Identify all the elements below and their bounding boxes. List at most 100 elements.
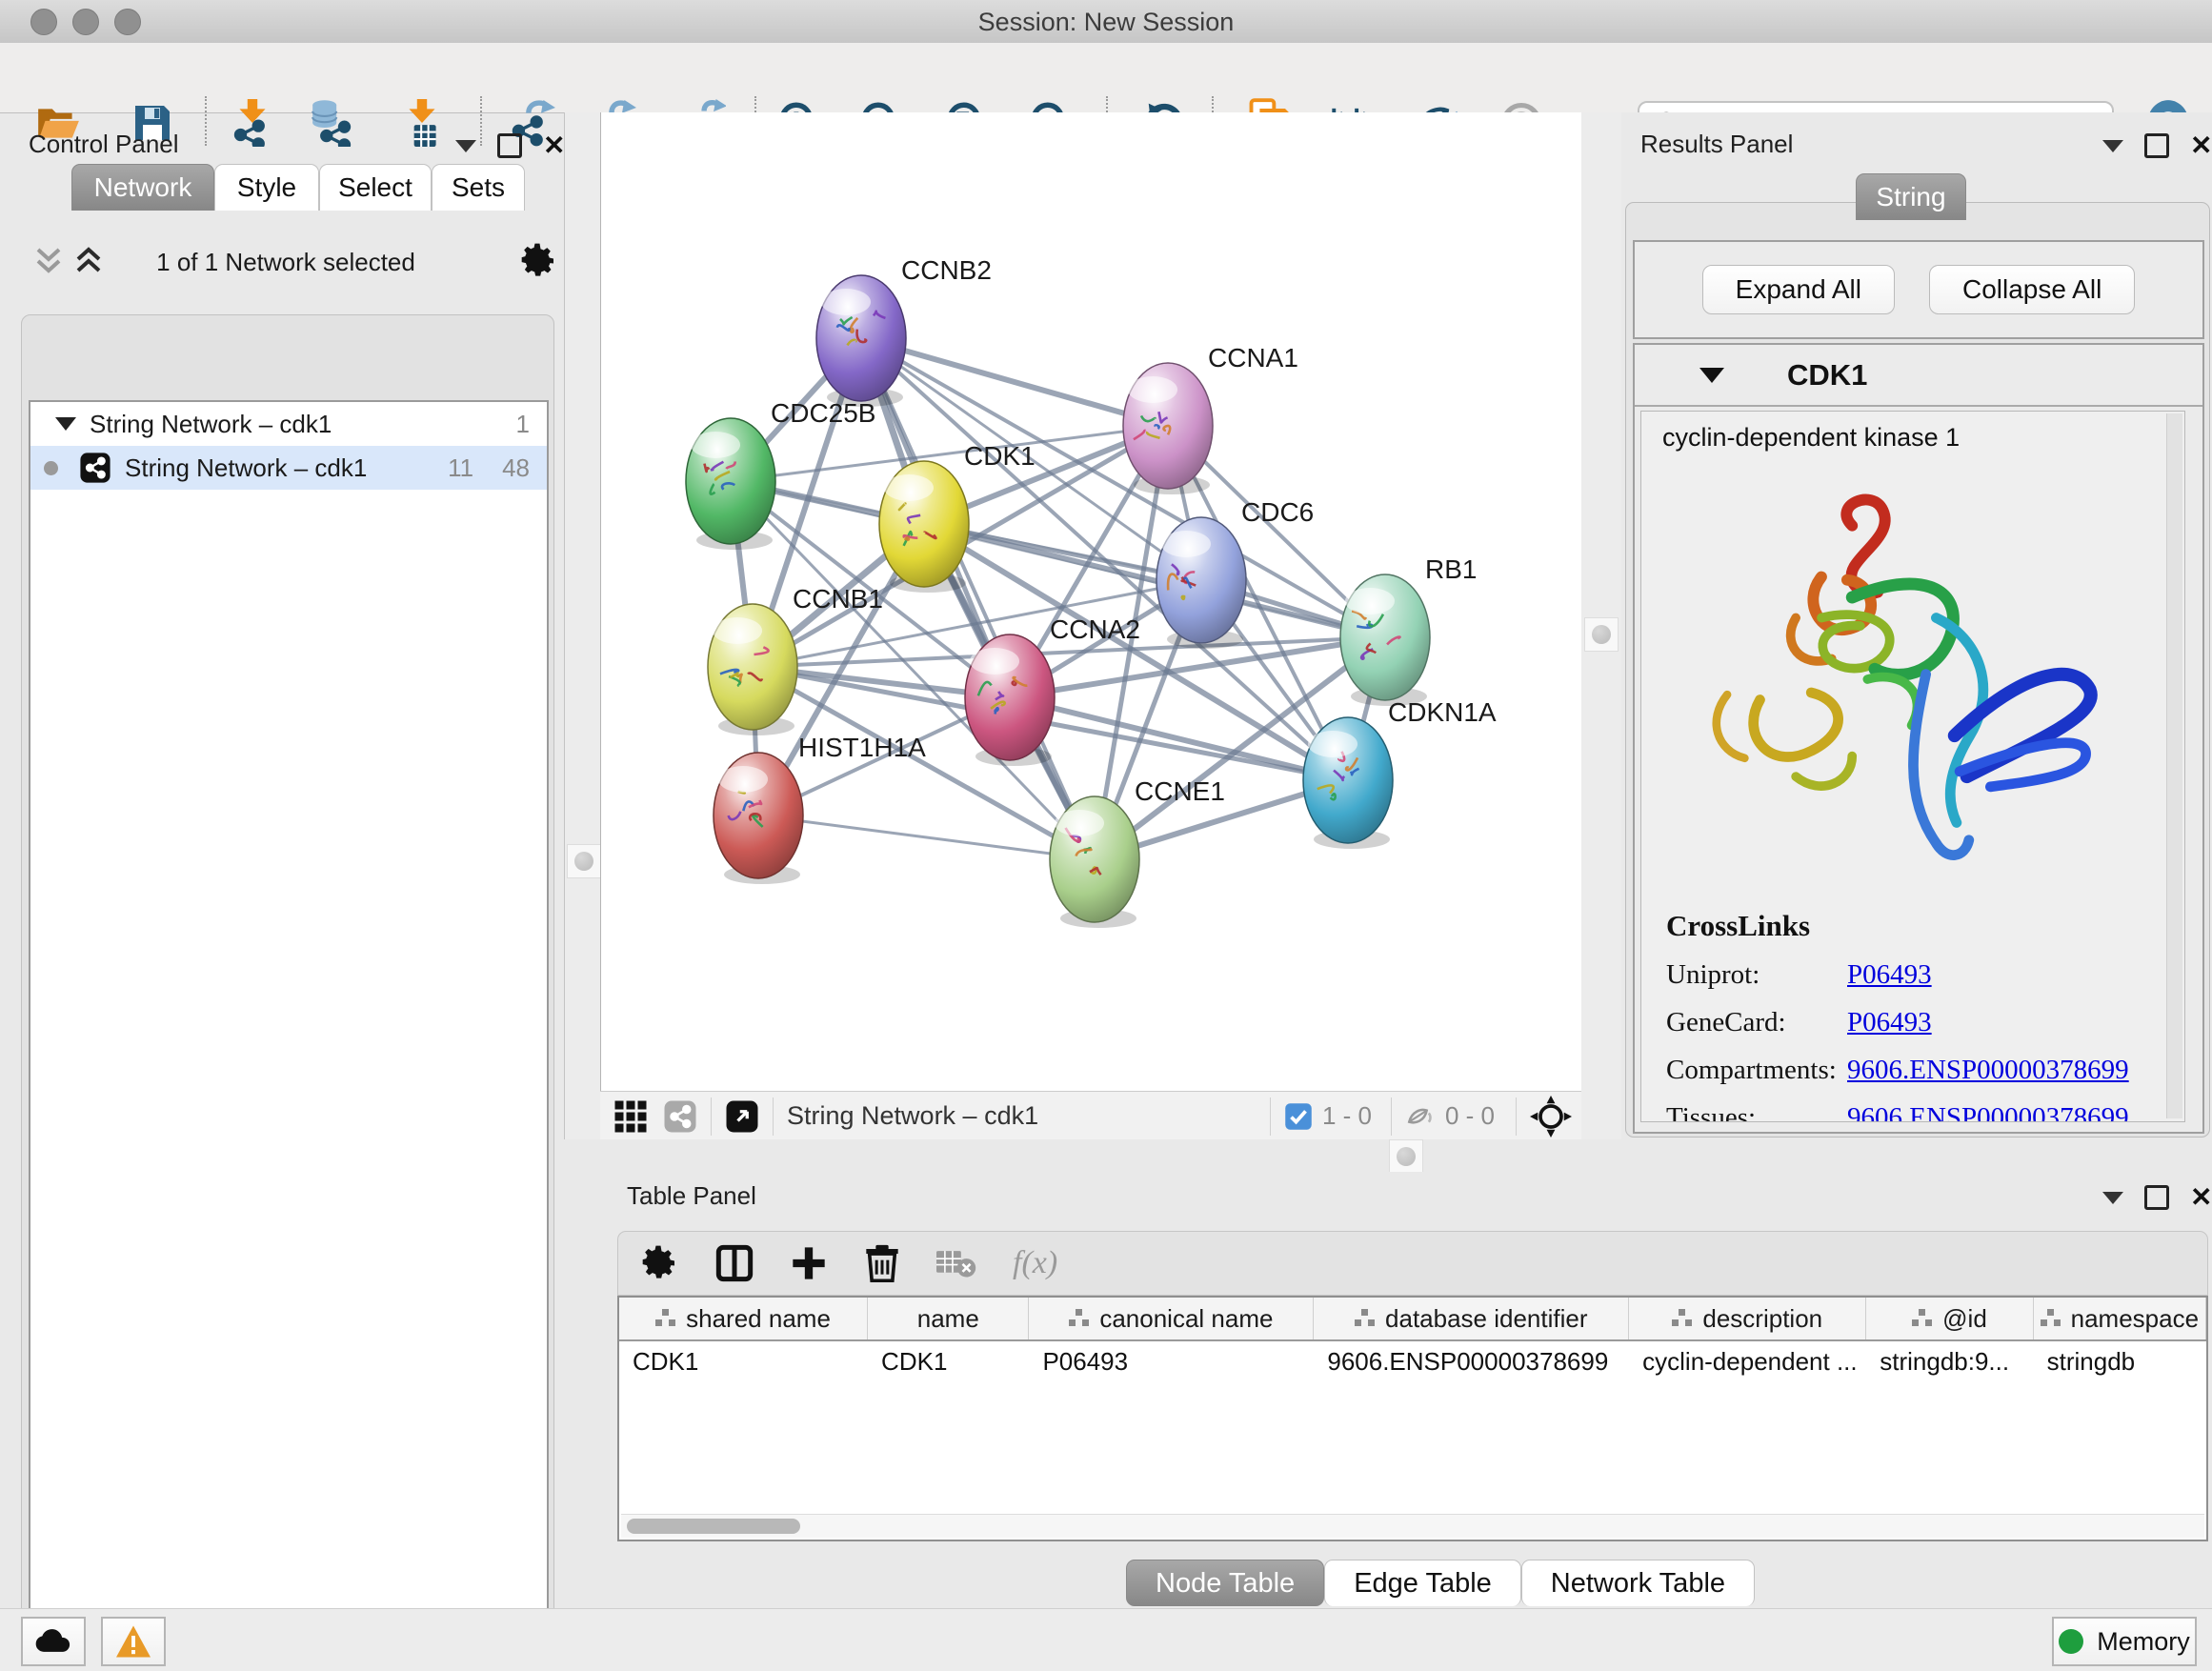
birdseye-toggle-icon[interactable]	[725, 1099, 759, 1134]
memory-status-dot	[2059, 1629, 2083, 1654]
hidden-items-icon	[1405, 1100, 1438, 1133]
cloud-icon	[34, 1627, 72, 1656]
column-header-label: description	[1702, 1304, 1822, 1334]
collapse-all-button[interactable]: Collapse All	[1929, 265, 2135, 314]
close-panel-icon[interactable]: ✕	[2190, 1188, 2212, 1207]
left-splitter-handle[interactable]	[567, 844, 601, 878]
crosslink-link[interactable]: 9606.ENSP00000378699	[1847, 1055, 2129, 1086]
cloud-status-button[interactable]	[21, 1617, 86, 1666]
table-cell[interactable]: CDK1	[619, 1347, 868, 1377]
node-label-CCNB2: CCNB2	[901, 255, 992, 285]
results-panel-controls: ✕	[2102, 133, 2212, 158]
entry-gene-name: CDK1	[1787, 358, 1867, 393]
window-titlebar: Session: New Session	[0, 0, 2212, 44]
column-header-shared-name[interactable]: shared name	[619, 1298, 868, 1339]
tab-style[interactable]: Style	[214, 164, 319, 211]
tab-sets[interactable]: Sets	[432, 164, 525, 211]
fit-selected-crosshair-icon[interactable]	[1530, 1096, 1572, 1137]
tab-network[interactable]: Network	[71, 164, 214, 211]
network-list-icon[interactable]	[663, 1099, 697, 1134]
network-tree: String Network – cdk1 1 String Network –…	[29, 400, 549, 1671]
results-entry-card: CDK1 cyclin-dependent kinase 1	[1633, 343, 2204, 1134]
column-header-namespace[interactable]: namespace	[2034, 1298, 2206, 1339]
main-toolbar: ?	[0, 43, 2212, 113]
table-row[interactable]: CDK1CDK1P064939606.ENSP00000378699cyclin…	[619, 1341, 2206, 1381]
crosslink-row: GeneCard:P06493	[1666, 1007, 2184, 1038]
create-column-icon[interactable]	[790, 1244, 828, 1282]
grid-view-icon[interactable]	[613, 1099, 648, 1134]
network-collection-row[interactable]: String Network – cdk1 1	[30, 402, 547, 446]
crosslink-label: GeneCard:	[1666, 1007, 1847, 1038]
navbar-separator	[1391, 1097, 1392, 1136]
node-label-CDKN1A: CDKN1A	[1388, 697, 1497, 727]
float-panel-icon[interactable]	[2144, 1185, 2169, 1210]
float-panel-icon[interactable]	[2144, 133, 2169, 158]
table-cell[interactable]: 9606.ENSP00000378699	[1314, 1347, 1629, 1377]
table-cell[interactable]: stringdb:9...	[1866, 1347, 2033, 1377]
close-panel-icon[interactable]: ✕	[543, 136, 565, 155]
delete-column-icon[interactable]	[864, 1244, 900, 1282]
tab-select[interactable]: Select	[319, 164, 432, 211]
scrollbar-thumb[interactable]	[627, 1519, 800, 1534]
column-header-canonical-name[interactable]: canonical name	[1029, 1298, 1314, 1339]
node-table-header: shared name namecanonical namedatabase id…	[619, 1298, 2206, 1341]
column-header-label: namespace	[2071, 1304, 2199, 1334]
network-edge-CCNB2-CCNE1[interactable]	[861, 338, 1095, 859]
bottom-splitter[interactable]	[564, 1139, 2212, 1172]
float-panel-icon[interactable]	[497, 133, 522, 158]
crosslink-row: Tissues:9606.ENSP00000378699	[1666, 1102, 2184, 1122]
network-share-icon	[79, 452, 111, 484]
column-header-database-identifier[interactable]: database identifier	[1314, 1298, 1629, 1339]
navbar-separator	[773, 1097, 774, 1136]
close-panel-icon[interactable]: ✕	[2190, 136, 2212, 155]
tab-edge-table[interactable]: Edge Table	[1324, 1560, 1521, 1606]
memory-button[interactable]: Memory	[2052, 1617, 2197, 1666]
node-label-CDC6: CDC6	[1241, 497, 1314, 527]
table-options-gear-icon[interactable]	[641, 1244, 679, 1282]
results-entry-header[interactable]: CDK1	[1635, 345, 2202, 407]
column-header-name[interactable]: name	[868, 1298, 1029, 1339]
tab-string-results[interactable]: String	[1856, 173, 1966, 220]
warning-status-button[interactable]	[101, 1617, 166, 1666]
window-title: Session: New Session	[0, 8, 2212, 37]
results-scrollbar[interactable]	[2166, 413, 2182, 1118]
control-panel-title: Control Panel	[29, 130, 179, 159]
right-splitter-handle[interactable]	[1584, 617, 1619, 652]
collapse-all-icon[interactable]	[34, 246, 63, 276]
crosslink-link[interactable]: P06493	[1847, 959, 1932, 991]
current-network-name: String Network – cdk1	[787, 1101, 1038, 1131]
tab-network-table[interactable]: Network Table	[1521, 1560, 1755, 1606]
show-columns-icon[interactable]	[715, 1244, 754, 1282]
selected-checkbox-icon[interactable]	[1284, 1102, 1313, 1131]
expand-all-icon[interactable]	[74, 246, 103, 276]
network-row-selected[interactable]: String Network – cdk1 11 48	[30, 446, 547, 490]
tab-node-table[interactable]: Node Table	[1126, 1560, 1324, 1606]
table-horizontal-scrollbar[interactable]	[621, 1514, 2204, 1538]
column-type-network-icon	[1355, 1309, 1376, 1328]
table-cell[interactable]: P06493	[1029, 1347, 1314, 1377]
table-cell[interactable]: cyclin-dependent ...	[1629, 1347, 1866, 1377]
crosslink-link[interactable]: P06493	[1847, 1007, 1932, 1038]
network-edge-CCNE1-HIST1H1A[interactable]	[758, 815, 1095, 859]
column-header-label: shared name	[686, 1304, 831, 1334]
crosslink-label: Tissues:	[1666, 1102, 1847, 1122]
network-edge-count: 48	[502, 453, 530, 483]
collection-expand-icon[interactable]	[55, 417, 76, 431]
crosslink-link[interactable]: 9606.ENSP00000378699	[1847, 1102, 2129, 1122]
navbar-separator	[711, 1097, 712, 1136]
entry-collapse-icon[interactable]	[1699, 368, 1724, 383]
panel-menu-icon[interactable]	[2102, 1192, 2123, 1204]
column-header-@id[interactable]: @id	[1866, 1298, 2033, 1339]
column-header-description[interactable]: description	[1629, 1298, 1866, 1339]
panel-menu-icon[interactable]	[455, 140, 476, 152]
panel-menu-icon[interactable]	[2102, 140, 2123, 152]
right-splitter[interactable]	[1581, 112, 1624, 1139]
table-cell[interactable]: stringdb	[2034, 1347, 2206, 1377]
table-cell[interactable]: CDK1	[868, 1347, 1029, 1377]
protein-squiggle	[1182, 595, 1185, 599]
bottom-splitter-handle[interactable]	[1389, 1139, 1423, 1174]
status-bar	[0, 1608, 2212, 1671]
network-options-gear-icon[interactable]	[520, 242, 558, 280]
network-canvas[interactable]: CCNB2CCNA1CDC25BCDK1CDC6RB1CCNB1CCNA2CDK…	[600, 112, 1582, 1091]
expand-all-button[interactable]: Expand All	[1702, 265, 1895, 314]
